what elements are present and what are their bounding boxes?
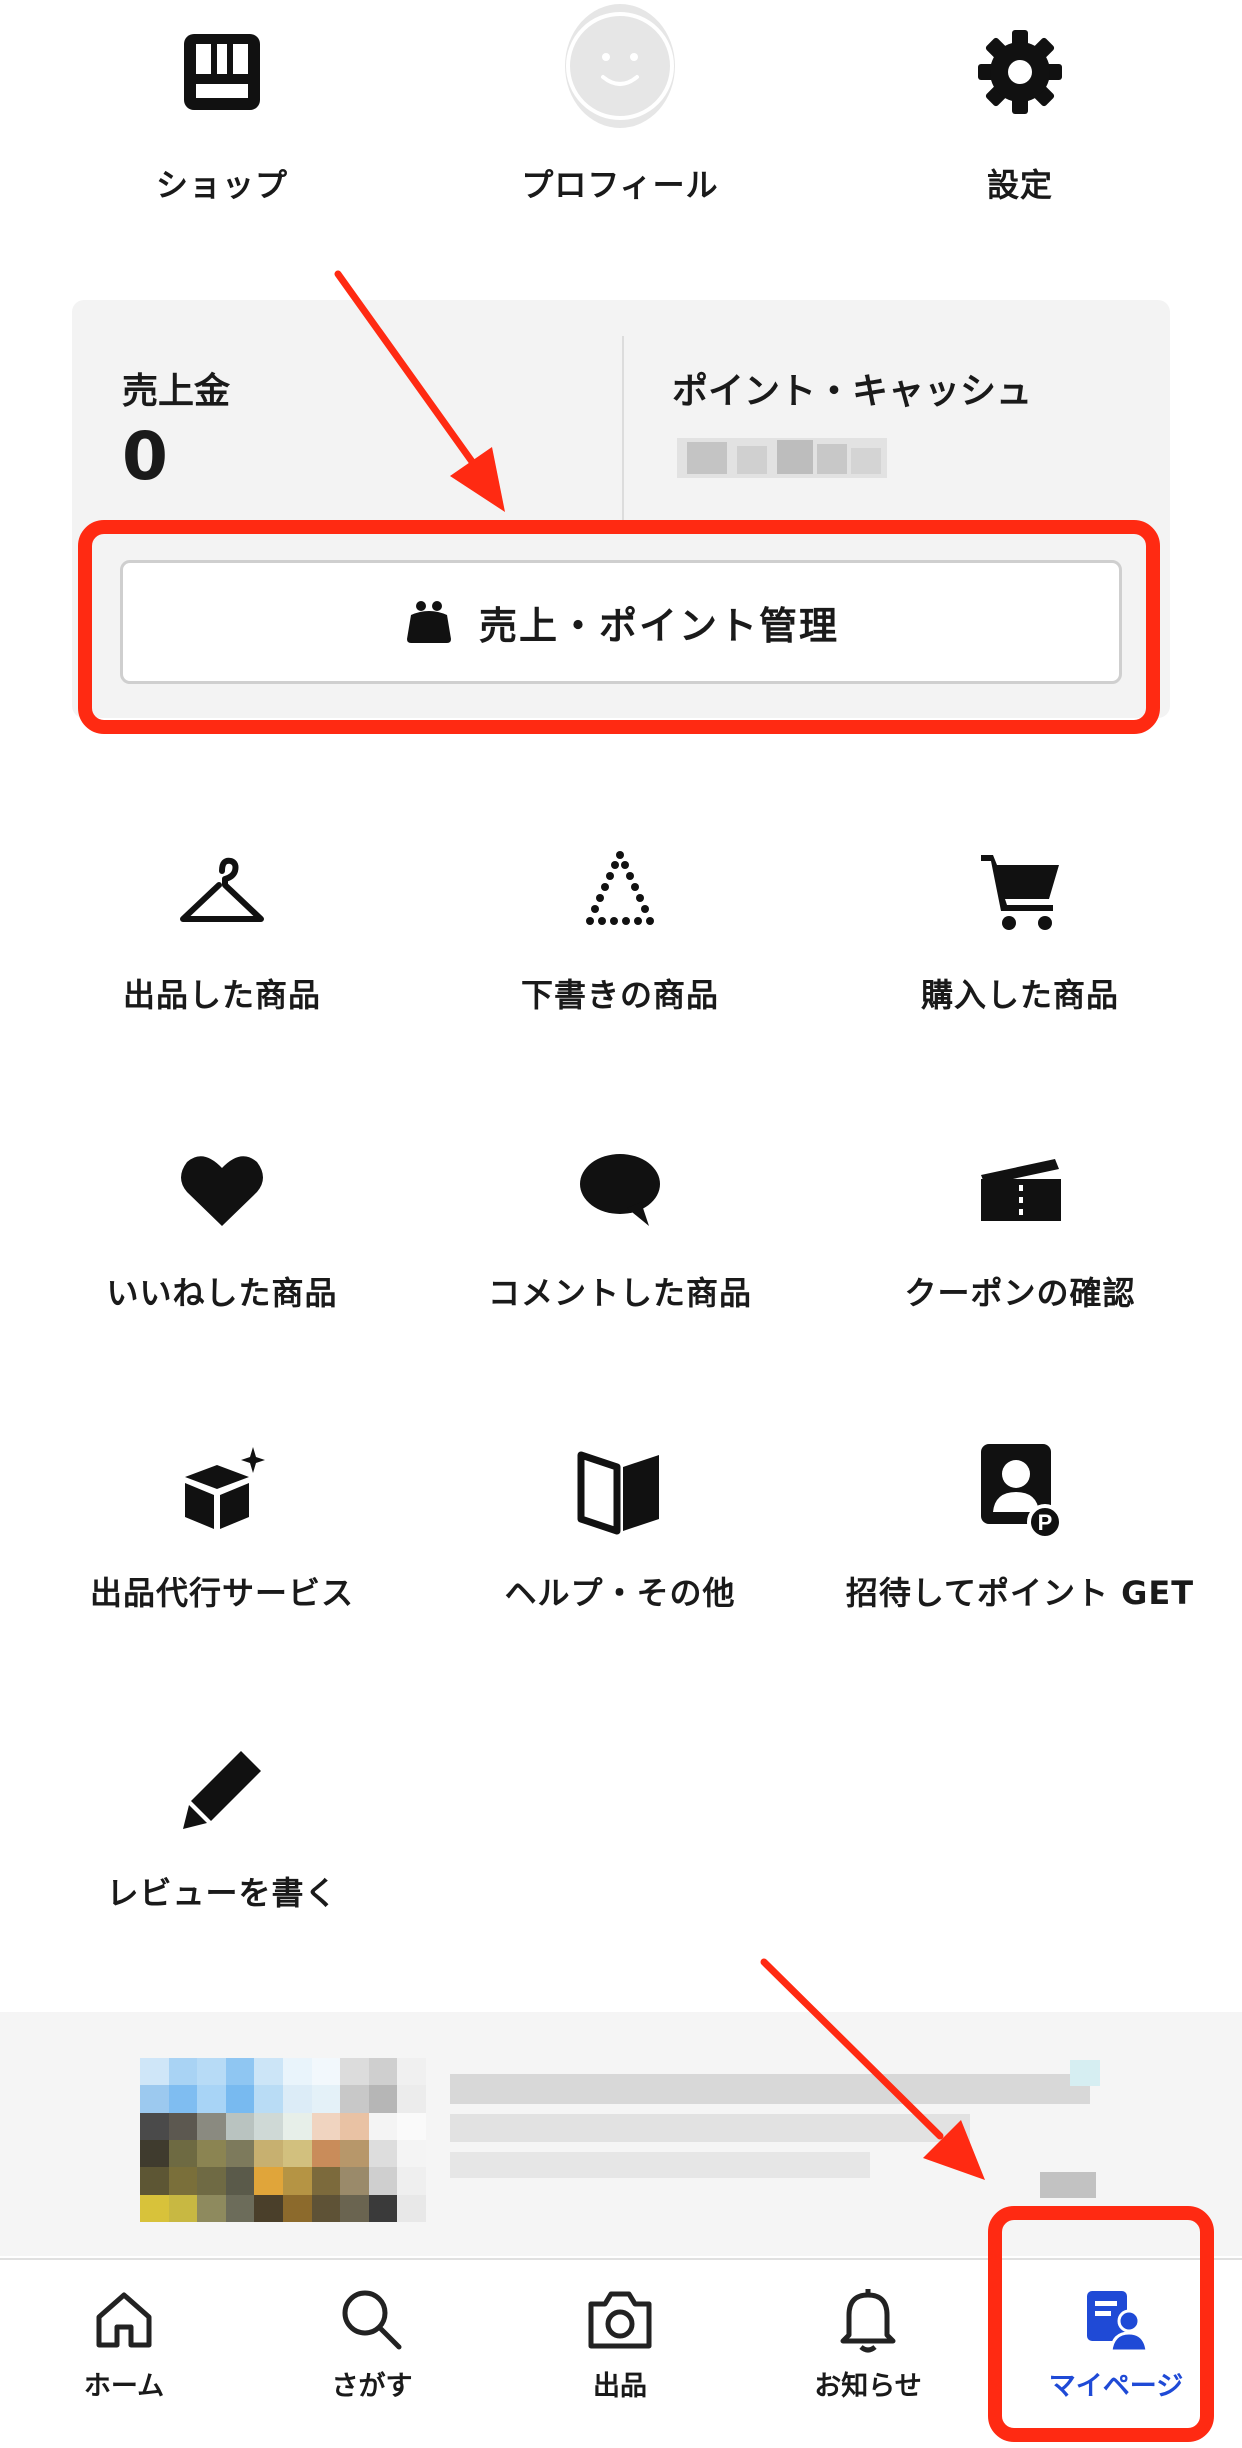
cart-icon xyxy=(970,842,1070,942)
shop-icon xyxy=(172,22,272,122)
menu-item-label: 出品した商品 xyxy=(122,976,321,1014)
menu-item-purchased-items[interactable]: 購入した商品 xyxy=(820,842,1220,1062)
book-icon xyxy=(570,1440,670,1540)
camera-icon xyxy=(586,2286,654,2354)
management-button-label: 売上・ポイント管理 xyxy=(478,603,839,648)
shop-shortcut[interactable]: ショップ xyxy=(22,0,422,230)
menu-item-label: コメントした商品 xyxy=(487,1274,752,1312)
menu-item-invite-points[interactable]: P 招待してポイント GET xyxy=(820,1440,1220,1660)
invite-point-icon: P xyxy=(970,1440,1070,1540)
nav-notifications-label: お知らせ xyxy=(814,2371,922,2402)
bell-icon xyxy=(834,2286,902,2354)
menu-item-label: いいねした商品 xyxy=(106,1274,338,1312)
balance-card: 売上金 0 ポイント・キャッシュ 売上・ポイント管理 xyxy=(72,300,1170,718)
smiley-icon xyxy=(566,12,674,120)
nav-search[interactable]: さがす xyxy=(248,2260,496,2448)
gear-icon xyxy=(970,22,1070,122)
menu-item-label: 招待してポイント GET xyxy=(845,1574,1195,1612)
menu-item-coupons[interactable]: クーポンの確認 xyxy=(820,1140,1220,1360)
nav-home[interactable]: ホーム xyxy=(0,2260,248,2448)
menu-item-listing-agency[interactable]: 出品代行サービス xyxy=(22,1440,422,1660)
profile-label: プロフィール xyxy=(521,166,719,204)
sales-label: 売上金 xyxy=(122,371,231,412)
pencil-icon xyxy=(172,1740,272,1840)
hanger-icon xyxy=(172,842,272,942)
menu-item-listed-items[interactable]: 出品した商品 xyxy=(22,842,422,1062)
nav-home-label: ホーム xyxy=(83,2371,165,2402)
points-label: ポイント・キャッシュ xyxy=(672,371,1033,412)
shop-label: ショップ xyxy=(155,166,288,204)
draft-triangle-icon xyxy=(570,842,670,942)
settings-shortcut[interactable]: 設定 xyxy=(820,0,1220,230)
home-icon xyxy=(90,2286,158,2354)
nav-notifications[interactable]: お知らせ xyxy=(744,2260,992,2448)
profile-shortcut[interactable]: プロフィール xyxy=(420,0,820,230)
menu-item-write-review[interactable]: レビューを書く xyxy=(22,1740,422,1960)
mypage-icon xyxy=(1082,2286,1150,2354)
purse-icon xyxy=(406,601,451,643)
menu-item-liked-items[interactable]: いいねした商品 xyxy=(22,1140,422,1360)
points-value-redacted xyxy=(667,428,897,488)
menu-item-commented-items[interactable]: コメントした商品 xyxy=(420,1140,820,1360)
sales-points-management-button[interactable]: 売上・ポイント管理 xyxy=(120,560,1122,684)
heart-icon xyxy=(172,1140,272,1240)
menu-item-label: クーポンの確認 xyxy=(904,1274,1136,1312)
card-divider xyxy=(622,336,624,522)
nav-mypage[interactable]: マイページ xyxy=(992,2260,1240,2448)
nav-sell-label: 出品 xyxy=(593,2371,647,2402)
comment-icon xyxy=(570,1140,670,1240)
menu-item-label: 購入した商品 xyxy=(920,976,1119,1014)
nav-search-label: さがす xyxy=(331,2371,413,2402)
avatar xyxy=(565,4,675,128)
bottom-navigation: ホーム さがす 出品 お知らせ マイページ xyxy=(0,2258,1242,2448)
search-icon xyxy=(338,2286,406,2354)
box-sparkle-icon xyxy=(172,1440,272,1540)
banner-thumbnail xyxy=(140,2058,426,2222)
menu-item-label: レビューを書く xyxy=(106,1874,338,1912)
menu-item-label: 出品代行サービス xyxy=(89,1574,354,1612)
menu-item-label: ヘルプ・その他 xyxy=(504,1574,736,1612)
nav-mypage-label: マイページ xyxy=(1048,2371,1184,2402)
sales-value: 0 xyxy=(122,418,168,495)
coupon-icon xyxy=(970,1140,1070,1240)
settings-label: 設定 xyxy=(986,166,1053,204)
svg-text:P: P xyxy=(1038,1510,1053,1535)
menu-item-label: 下書きの商品 xyxy=(520,976,719,1014)
promo-banner[interactable] xyxy=(0,2012,1242,2256)
nav-sell[interactable]: 出品 xyxy=(496,2260,744,2448)
menu-item-draft-items[interactable]: 下書きの商品 xyxy=(420,842,820,1062)
menu-item-help[interactable]: ヘルプ・その他 xyxy=(420,1440,820,1660)
banner-text-redacted xyxy=(450,2074,1090,2104)
